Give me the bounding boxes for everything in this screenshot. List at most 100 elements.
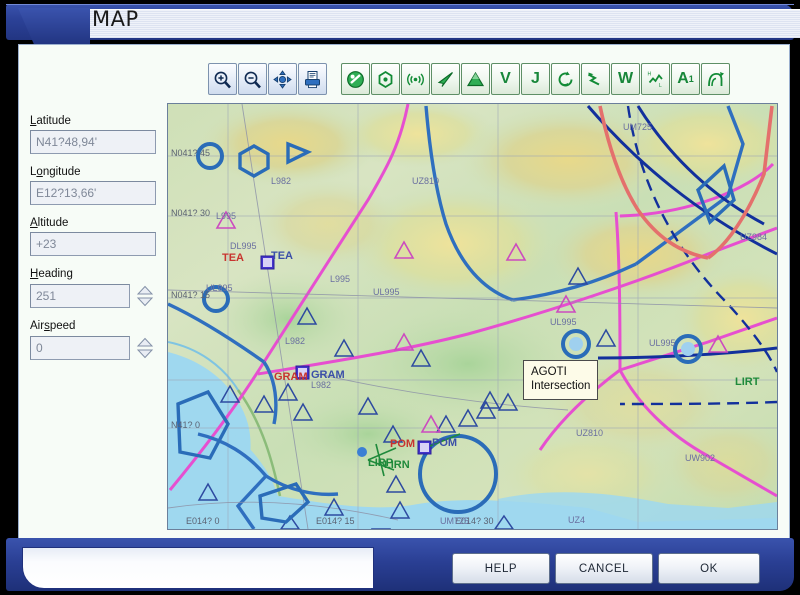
waypoint-label: POM	[432, 437, 457, 449]
airspace-icon	[346, 70, 365, 89]
stepper-arrows-icon	[136, 285, 154, 307]
waypoint-label: TEA	[222, 252, 244, 264]
chart-button[interactable]	[701, 63, 730, 95]
longitude-input[interactable]	[30, 181, 156, 205]
airway-label: L995	[216, 211, 236, 221]
terrain-icon	[466, 70, 485, 89]
airway-label: UL995	[373, 287, 400, 297]
airway-label: L982	[311, 380, 331, 390]
airway-label: UL995	[206, 283, 233, 293]
zoom-in-button[interactable]	[208, 63, 237, 95]
tooltip-subtitle: Intersection	[531, 379, 590, 393]
vfr-label: V	[500, 71, 511, 87]
airway-label: UZ4	[568, 515, 585, 525]
waypoint-label: POM	[390, 438, 415, 450]
airway-label: UW902	[685, 453, 715, 463]
altitude-group: Altitude	[30, 217, 158, 256]
grid-label: E014? 15	[316, 516, 355, 526]
map-toolbar: V J W	[208, 62, 731, 96]
zoom-in-icon	[213, 70, 232, 89]
print-button[interactable]	[298, 63, 327, 95]
cycle-icon	[556, 70, 575, 89]
map-canvas[interactable]	[168, 104, 777, 529]
weather-label: W	[618, 71, 633, 87]
airway-label: UL995	[550, 317, 577, 327]
latitude-label: Latitude	[30, 115, 158, 127]
pan-button[interactable]	[268, 63, 297, 95]
altitude-input[interactable]	[30, 232, 156, 256]
stepper-arrows-icon	[136, 337, 154, 359]
help-button[interactable]: HELP	[452, 553, 550, 584]
terrain-button[interactable]	[461, 63, 490, 95]
chart-icon	[706, 70, 725, 89]
jet-route-button[interactable]: J	[521, 63, 550, 95]
altitude-label: Altitude	[30, 217, 158, 229]
latitude-group: Latitude	[30, 115, 158, 154]
weather-button[interactable]: W	[611, 63, 640, 95]
pressure-button[interactable]: H L	[641, 63, 670, 95]
grid-label: N041? 30	[171, 208, 210, 218]
airport-label-button[interactable]: A 1	[671, 63, 700, 95]
latitude-input[interactable]	[30, 130, 156, 154]
titlebar-notch	[18, 8, 90, 44]
route-icon	[436, 70, 455, 89]
airspace-button[interactable]	[341, 63, 370, 95]
airway-label: UZ810	[412, 176, 439, 186]
airway-label: UM725	[623, 122, 652, 132]
longitude-label: Longitude	[30, 166, 158, 178]
map-dialog-window: MAP	[0, 0, 800, 595]
route-button[interactable]	[431, 63, 460, 95]
svg-text:L: L	[659, 83, 662, 89]
ndb-icon	[406, 70, 425, 89]
map-tooltip: AGOTI Intersection	[523, 360, 598, 400]
airway-label: L982	[271, 176, 291, 186]
airport-label-text: A	[677, 71, 689, 87]
zoom-out-button[interactable]	[238, 63, 267, 95]
toolbar-group-view	[208, 63, 328, 95]
heading-group: Heading	[30, 268, 158, 308]
cycle-button[interactable]	[551, 63, 580, 95]
wind-icon	[586, 70, 605, 89]
waypoint-label: LIRP	[368, 457, 393, 469]
ndb-button[interactable]	[401, 63, 430, 95]
airspeed-group: Airspeed	[30, 320, 158, 360]
dialog-buttons: HELP CANCEL OK	[452, 553, 765, 584]
waypoint-label: LIRT	[735, 376, 759, 388]
jet-route-label: J	[531, 71, 540, 87]
heading-input[interactable]	[30, 284, 130, 308]
status-strip	[22, 547, 374, 589]
airway-label: L995	[330, 274, 350, 284]
vfr-button[interactable]: V	[491, 63, 520, 95]
airway-label: L982	[285, 336, 305, 346]
airway-label: DL995	[230, 241, 257, 251]
cancel-button[interactable]: CANCEL	[555, 553, 653, 584]
toolbar-group-layers: V J W	[341, 63, 731, 95]
airway-label: UL995	[649, 338, 676, 348]
ok-button[interactable]: OK	[658, 553, 760, 584]
vor-button[interactable]	[371, 63, 400, 95]
waypoint-label: TEA	[271, 250, 293, 262]
longitude-group: Longitude	[30, 166, 158, 205]
wind-button[interactable]	[581, 63, 610, 95]
airway-label: UM725	[440, 516, 469, 526]
print-icon	[303, 70, 322, 89]
waypoint-label: GRAM	[311, 369, 345, 381]
svg-text:H: H	[648, 71, 652, 77]
airway-label: UZ984	[740, 232, 767, 242]
pan-icon	[273, 70, 292, 89]
heading-stepper[interactable]	[135, 283, 155, 308]
waypoint-label: GRAM	[274, 371, 308, 383]
map-viewport[interactable]: N041? 45 N041? 30 N041? 15 N41? 0 E014? …	[167, 103, 778, 530]
airspeed-stepper[interactable]	[135, 335, 155, 360]
page-title: MAP	[92, 7, 139, 31]
zoom-out-icon	[243, 70, 262, 89]
heading-label: Heading	[30, 268, 158, 280]
airspeed-input[interactable]	[30, 336, 130, 360]
grid-label: N041? 45	[171, 148, 210, 158]
airway-label: UZ810	[576, 428, 603, 438]
pressure-icon: H L	[646, 70, 665, 89]
tooltip-title: AGOTI	[531, 365, 590, 379]
airport-label-superscript: 1	[689, 75, 694, 84]
grid-label: N41? 0	[171, 420, 200, 430]
titlebar-plate	[82, 9, 800, 38]
